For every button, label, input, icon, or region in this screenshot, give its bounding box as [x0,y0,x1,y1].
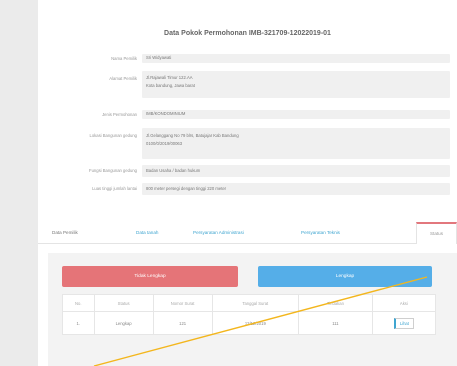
form-label: Alamat Pemilik [109,76,137,81]
column-header-letter-date: Tanggal Surat [211,294,300,312]
form-label: Nama Pemilik [111,56,137,61]
form-value: IMB/KONDOMINIUM [142,110,450,119]
form-row-owner-address: Alamat Pemilik Jl.Rajawali Timur 122.AA … [38,71,457,98]
table-header-row: No. Status Nomor Surat Tanggal Surat Tin… [62,294,437,312]
complete-button[interactable]: Lengkap [258,266,432,287]
table-row: 1. Lengkap 121 12/12/2019 111 Lihat [62,311,437,335]
form-label: Jenis Permohonan [102,112,137,117]
column-header-action: Aksi [371,294,437,312]
form-value: Jl.Gelanggang No 79 blrs, Batujajar Kab … [142,128,450,159]
tab-technical-requirements[interactable]: Persyaratan Teknis [301,230,340,235]
form-label: Lokasi Bangunan gedung [89,133,138,138]
form-value: Jl.Rajawali Timur 122.AA Kota bandung, J… [142,71,450,98]
form-label: Fungsi Bangunan gedung [89,168,137,173]
imb-application-panel: Data Pokok Permohonan IMB-321709-1202201… [38,0,457,366]
tab-owner-data[interactable]: Data Pemilik [52,230,78,235]
status-panel: Tidak Lengkap Lengkap No. Status Nomor S… [48,253,457,366]
column-header-status: Status [93,294,154,312]
cell-action-taken: 111 [298,311,373,335]
tab-land-data[interactable]: Data tanah [136,230,158,235]
form-row-building-location: Lokasi Bangunan gedung Jl.Gelanggang No … [38,128,457,159]
form-row-owner-name: Nama Pemilik Sri Widyawati [38,54,457,63]
cell-no: 1. [62,311,95,335]
column-header-action-taken: Tindakan [298,294,373,312]
form-row-application-type: Jenis Permohonan IMB/KONDOMINIUM [38,110,457,119]
cell-status: Lengkap [93,311,154,335]
form-value: 800 meter persegi dengan tinggi 220 mete… [142,183,450,195]
view-button[interactable]: Lihat [393,317,414,329]
tab-status-label: Status [429,231,444,236]
form-value: Sri Widyawati [142,54,450,63]
cell-letter-number: 121 [152,311,213,335]
tab-bar: Data Pemilik Data tanah Persyaratan Admi… [38,222,457,244]
form-value: Badan Usaha / badan hukum [142,165,450,177]
tab-status[interactable]: Status [416,222,457,244]
cell-letter-date: 12/12/2019 [211,311,300,335]
form-row-floor-area: Luas tinggi jumlah lantai 800 meter pers… [38,183,457,195]
cell-action: Lihat [371,311,437,335]
form-row-building-function: Fungsi Bangunan gedung Badan Usaha / bad… [38,165,457,177]
panel-title: Data Pokok Permohonan IMB-321709-1202201… [164,30,331,37]
form-label: Luas tinggi jumlah lantai [92,186,137,191]
incomplete-button[interactable]: Tidak Lengkap [62,266,238,287]
column-header-no: No. [62,294,95,312]
tab-administrative-requirements[interactable]: Persyaratan Administrasi [193,230,244,235]
column-header-letter-number: Nomor Surat [152,294,213,312]
status-table: No. Status Nomor Surat Tanggal Surat Tin… [62,294,437,335]
